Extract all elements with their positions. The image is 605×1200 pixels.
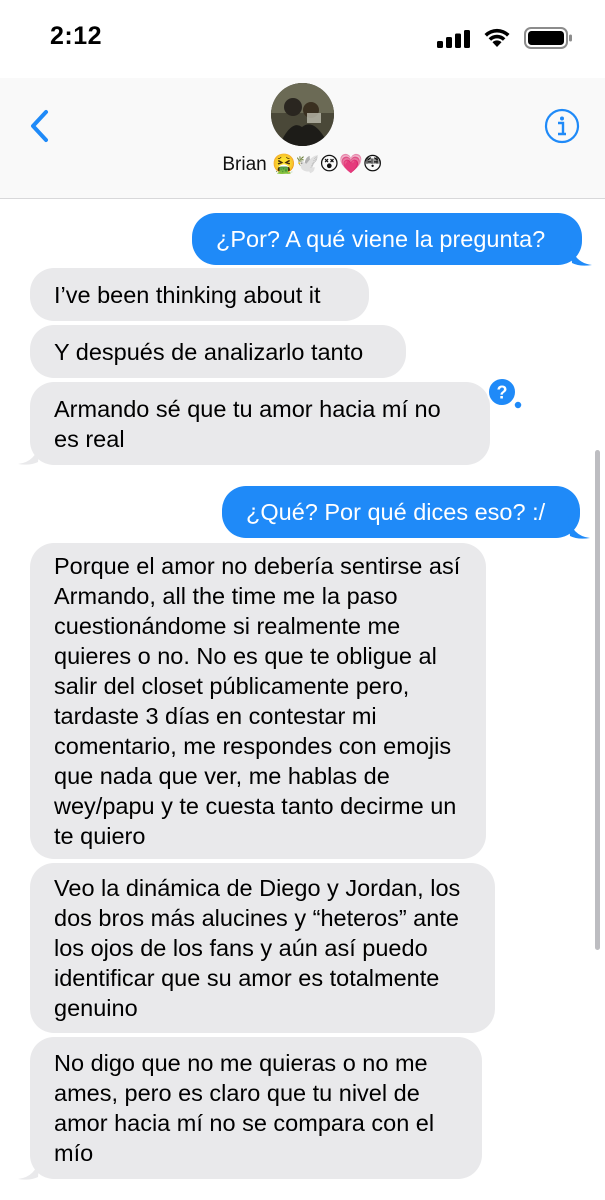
message-bubble-received[interactable]: Y después de analizarlo tanto — [30, 325, 406, 378]
scrollbar[interactable] — [595, 450, 600, 950]
message-text: Porque el amor no debería sentirse así A… — [54, 553, 461, 849]
avatar-photo — [271, 83, 334, 146]
message-text: I’ve been thinking about it — [54, 281, 321, 308]
message-text: Veo la dinámica de Diego y Jordan, los d… — [54, 875, 461, 1021]
contact-name[interactable]: Brian 🤮🕊️😵💗😳 — [0, 152, 605, 176]
back-chevron-icon[interactable] — [26, 106, 56, 146]
bubble-tail — [18, 1157, 40, 1180]
message-bubble-received[interactable]: No digo que no me quieras o no me ames, … — [30, 1037, 482, 1179]
conversation-header: Brian 🤮🕊️😵💗😳 — [0, 78, 605, 199]
bubble-tail — [568, 516, 590, 539]
message-text: ¿Por? A qué viene la pregunta? — [216, 226, 546, 252]
message-text: Y después de analizarlo tanto — [54, 338, 364, 365]
message-bubble-received[interactable]: Porque el amor no debería sentirse así A… — [30, 543, 486, 859]
message-text: No digo que no me quieras o no me ames, … — [54, 1050, 435, 1166]
message-text: Armando sé que tu amor hacia mí no es re… — [54, 395, 441, 452]
message-bubble-sent[interactable]: ¿Qué? Por qué dices eso? :/ — [222, 486, 580, 538]
question-reaction-icon[interactable]: ? — [480, 378, 524, 410]
message-bubble-sent[interactable]: ¿Por? A qué viene la pregunta? — [192, 213, 582, 265]
message-bubble-received[interactable]: I’ve been thinking about it — [30, 268, 369, 321]
status-bar: 2:12 — [0, 0, 605, 78]
message-bubble-received[interactable]: Armando sé que tu amor hacia mí no es re… — [30, 382, 490, 465]
status-time: 2:12 — [50, 22, 103, 50]
cellular-signal-icon — [437, 30, 470, 48]
message-text: ¿Qué? Por qué dices eso? :/ — [246, 499, 546, 525]
battery-icon — [524, 27, 572, 49]
bubble-tail — [18, 442, 40, 465]
reaction-label: ? — [497, 383, 508, 403]
info-icon[interactable] — [544, 108, 580, 144]
bubble-tail — [570, 243, 592, 266]
wifi-icon — [484, 28, 510, 47]
contact-avatar[interactable] — [271, 83, 334, 146]
message-bubble-received[interactable]: Veo la dinámica de Diego y Jordan, los d… — [30, 863, 495, 1033]
message-list[interactable]: ¿Por? A qué viene la pregunta? I’ve been… — [0, 199, 605, 1200]
